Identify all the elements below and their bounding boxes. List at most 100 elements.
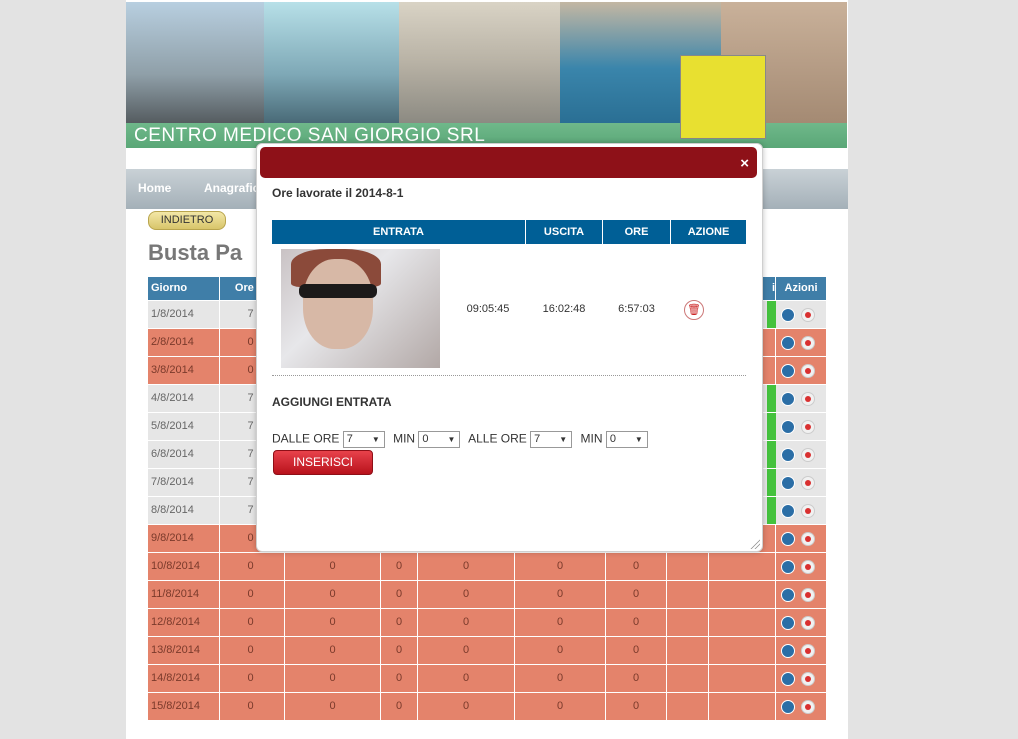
resize-handle-icon[interactable]: [750, 539, 760, 549]
zero-cell: 0: [285, 665, 381, 692]
zero-cell: 0: [418, 581, 515, 608]
delete-icon[interactable]: [801, 336, 815, 350]
status-green-bar: [767, 385, 776, 412]
view-icon[interactable]: [781, 700, 795, 714]
zero-cell: 0: [606, 693, 667, 720]
empty-cell: [709, 693, 776, 720]
actions-cell: [776, 357, 827, 384]
day-cell: 6/8/2014: [148, 441, 220, 468]
empty-cell: [709, 553, 776, 580]
actions-cell: [776, 693, 827, 720]
day-cell: 11/8/2014: [148, 581, 220, 608]
zero-cell: 0: [418, 553, 515, 580]
actions-cell: [776, 441, 827, 468]
view-icon[interactable]: [781, 448, 795, 462]
empty-cell: [709, 581, 776, 608]
delete-icon[interactable]: [801, 700, 815, 714]
page-title: Busta Pa: [148, 240, 243, 265]
zero-cell: 0: [285, 581, 381, 608]
actions-cell: [776, 329, 827, 356]
alle-min-select[interactable]: 0: [605, 431, 648, 448]
zero-cell: 0: [381, 665, 418, 692]
min-label-2: MIN: [580, 431, 603, 446]
hours-cell: 0: [217, 553, 285, 580]
zero-cell: 0: [418, 693, 515, 720]
zero-cell: 0: [418, 665, 515, 692]
alle-ore-select[interactable]: 7: [530, 431, 573, 448]
divider: [272, 375, 746, 376]
hours-cell: 0: [217, 637, 285, 664]
table-row: 15/8/2014 0 0 0 0 0 0: [148, 693, 827, 721]
actions-cell: [776, 609, 827, 636]
back-button[interactable]: INDIETRO: [148, 211, 226, 230]
zero-cell: 0: [381, 637, 418, 664]
delete-icon[interactable]: [801, 616, 815, 630]
delete-icon[interactable]: [801, 420, 815, 434]
insert-button[interactable]: INSERISCI: [273, 450, 373, 475]
actions-cell: [776, 665, 827, 692]
view-icon[interactable]: [781, 308, 795, 322]
hours-cell: 0: [217, 665, 285, 692]
dialog-subtitle: Ore lavorate il 2014-8-1: [272, 186, 404, 200]
table-row: 11/8/2014 0 0 0 0 0 0: [148, 581, 827, 609]
zero-cell: 0: [418, 609, 515, 636]
delete-icon[interactable]: [801, 644, 815, 658]
ore-label: ORE: [313, 431, 340, 446]
view-icon[interactable]: [781, 504, 795, 518]
hours-cell: 0: [217, 609, 285, 636]
ore-label-2: ORE: [500, 431, 527, 446]
add-entry-form: DALLE ORE 7 MIN 0 ALLE ORE 7 MIN 0: [272, 431, 653, 448]
delete-icon[interactable]: [801, 504, 815, 518]
delete-icon[interactable]: [801, 532, 815, 546]
nav-item-anagrafica[interactable]: Anagrafic: [204, 181, 259, 195]
view-icon[interactable]: [781, 560, 795, 574]
actions-cell: [776, 525, 827, 552]
day-cell: 5/8/2014: [148, 413, 220, 440]
min-label: MIN: [393, 431, 416, 446]
dalle-min-select[interactable]: 0: [418, 431, 461, 448]
view-icon[interactable]: [781, 336, 795, 350]
day-cell: 14/8/2014: [148, 665, 220, 692]
view-icon[interactable]: [781, 364, 795, 378]
nav-item-home[interactable]: Home: [138, 181, 171, 195]
actions-cell: [776, 385, 827, 412]
status-green-bar: [767, 413, 776, 440]
banner-photo-bed: [399, 2, 560, 123]
delete-icon[interactable]: [801, 588, 815, 602]
hours-cell: 0: [217, 581, 285, 608]
view-icon[interactable]: [781, 392, 795, 406]
day-cell: 12/8/2014: [148, 609, 220, 636]
delete-icon[interactable]: [801, 448, 815, 462]
delete-icon[interactable]: [801, 476, 815, 490]
delete-icon[interactable]: [801, 308, 815, 322]
col-entrata: ENTRATA: [272, 220, 526, 244]
view-icon[interactable]: [781, 476, 795, 490]
view-icon[interactable]: [781, 420, 795, 434]
view-icon[interactable]: [781, 616, 795, 630]
delete-icon[interactable]: [801, 364, 815, 378]
delete-icon[interactable]: [801, 672, 815, 686]
entry-hours: 6:57:03: [618, 303, 655, 315]
header-banner: CENTRO MEDICO SAN GIORGIO SRL: [126, 2, 847, 148]
clinic-logo: [680, 55, 766, 139]
view-icon[interactable]: [781, 644, 795, 658]
status-green-bar: [767, 497, 776, 524]
banner-photo-entrance: [264, 2, 399, 123]
empty-cell: [709, 665, 776, 692]
status-green-bar: [767, 301, 776, 328]
delete-icon[interactable]: [801, 560, 815, 574]
view-icon[interactable]: [781, 532, 795, 546]
view-icon[interactable]: [781, 672, 795, 686]
delete-entry-icon[interactable]: 🗑: [684, 300, 704, 320]
day-cell: 4/8/2014: [148, 385, 220, 412]
close-icon[interactable]: ×: [740, 155, 749, 172]
work-hours-dialog: × Ore lavorate il 2014-8-1 ENTRATA USCIT…: [256, 143, 763, 552]
zero-cell: 0: [285, 637, 381, 664]
alle-label: ALLE: [468, 431, 498, 446]
zero-cell: 0: [381, 553, 418, 580]
actions-cell: [776, 497, 827, 524]
view-icon[interactable]: [781, 588, 795, 602]
empty-cell: [667, 609, 709, 636]
dalle-ore-select[interactable]: 7: [342, 431, 385, 448]
delete-icon[interactable]: [801, 392, 815, 406]
